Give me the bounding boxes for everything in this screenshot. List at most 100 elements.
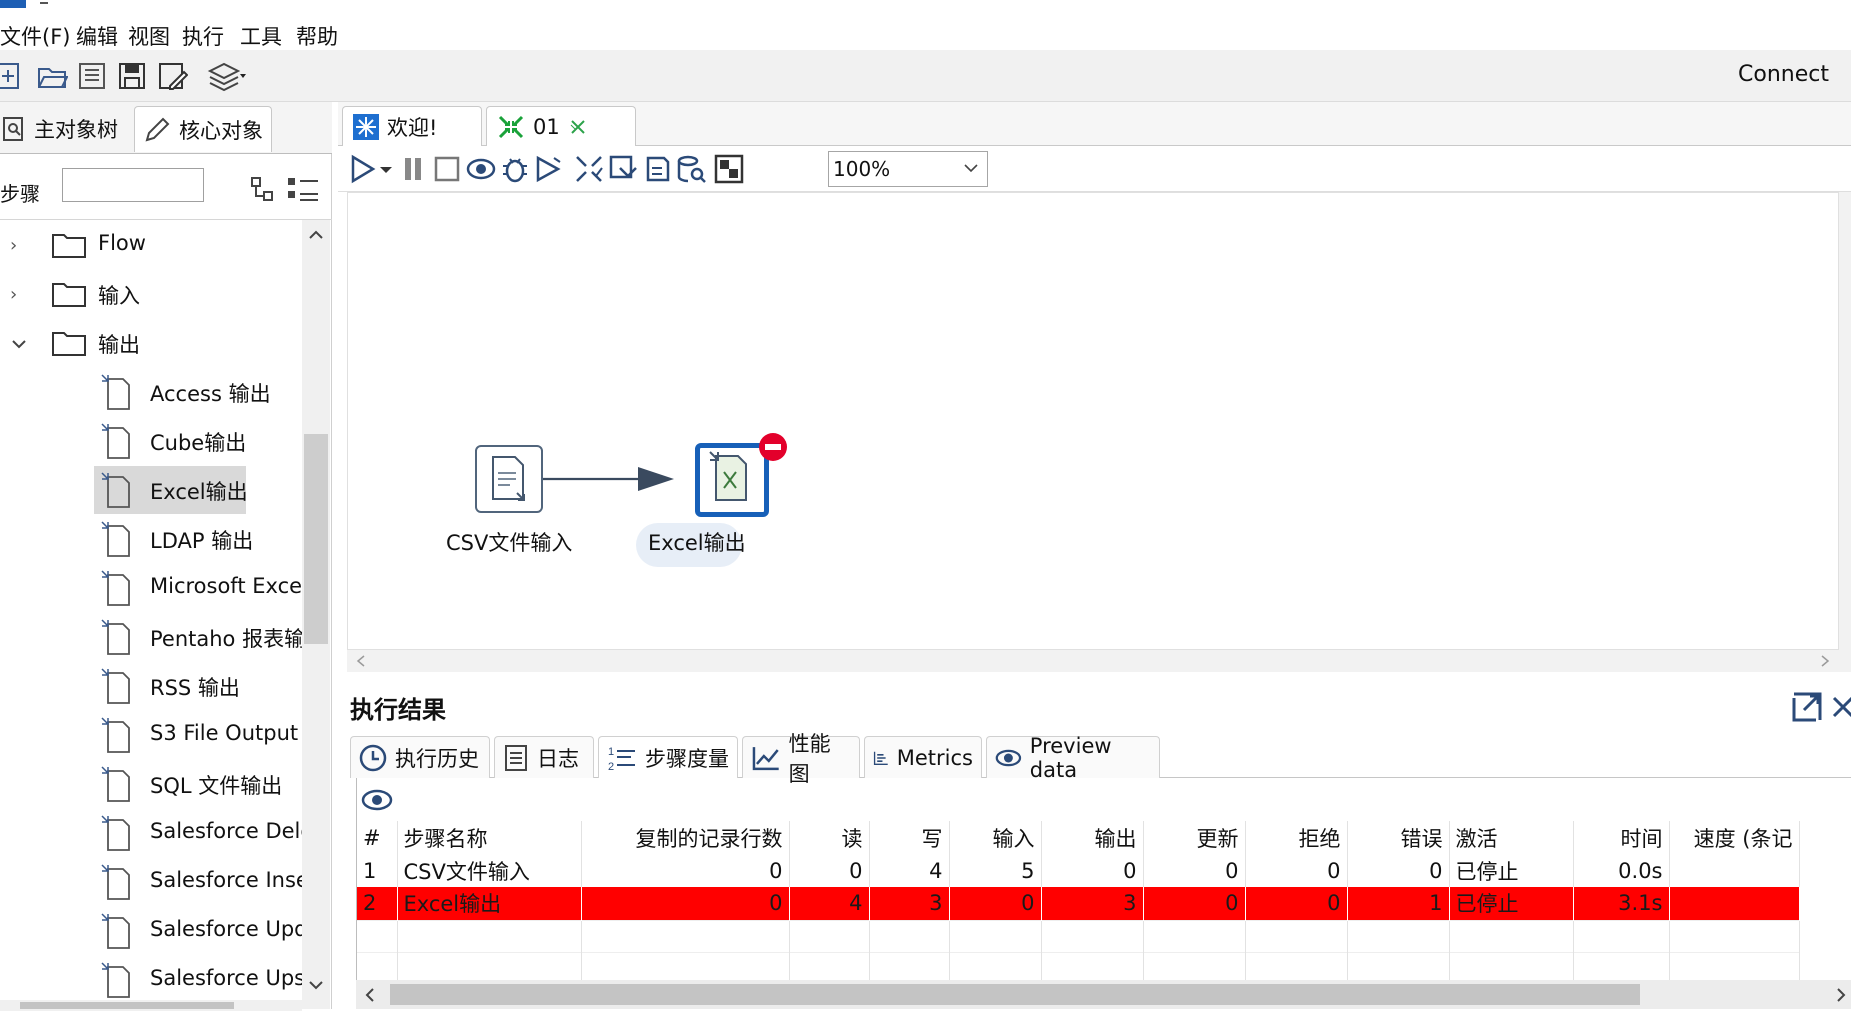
column-header[interactable]: #	[357, 821, 398, 854]
tab-transformation-01[interactable]: 01	[486, 106, 636, 146]
table-row[interactable]: 1 CSV文件输入 0 0 4 5 0 0 0 0 已停止 0.0s	[357, 854, 1800, 887]
tree-step-item[interactable]: Excel输出	[0, 466, 302, 515]
preview-icon[interactable]	[466, 154, 496, 184]
tree-step-item[interactable]: RSS 输出	[0, 662, 302, 711]
tree-step-item[interactable]: Salesforce Ups	[0, 956, 302, 1005]
canvas-hscrollbar[interactable]	[347, 650, 1839, 672]
left-panel-scrollbar[interactable]	[302, 220, 330, 1009]
chevron-down-icon[interactable]	[10, 335, 28, 353]
column-header[interactable]: 写	[869, 821, 950, 854]
collapse-all-icon[interactable]	[250, 176, 280, 204]
tree-step-item[interactable]: SQL 文件输出	[0, 760, 302, 809]
menu-edit[interactable]: 编辑	[76, 21, 118, 51]
run-icon[interactable]	[348, 154, 378, 184]
table-row[interactable]: 2 Excel输出 0 4 3 0 3 0 0 1 已停止 3.1s	[357, 887, 1800, 920]
hscrollbar-thumb[interactable]	[20, 1002, 234, 1009]
column-header[interactable]: 更新	[1143, 821, 1246, 854]
tab-execution-history[interactable]: 执行历史	[350, 736, 490, 778]
hscrollbar-thumb[interactable]	[390, 984, 1640, 1005]
column-header[interactable]: 拒绝	[1245, 821, 1348, 854]
left-panel-hscrollbar[interactable]	[0, 1000, 302, 1011]
tree-step-item[interactable]: LDAP 输出	[0, 515, 302, 564]
tab-metrics[interactable]: Metrics	[864, 736, 982, 778]
step-search-input[interactable]	[62, 168, 204, 202]
scroll-left-icon[interactable]	[355, 654, 367, 668]
hop-arrow[interactable]	[348, 193, 1838, 649]
table-cell	[869, 919, 950, 952]
column-header[interactable]: 复制的记录行数	[581, 821, 790, 854]
scroll-left-icon[interactable]	[364, 987, 376, 1003]
new-file-icon[interactable]	[0, 60, 26, 92]
table-cell: 0	[1245, 887, 1348, 920]
chevron-right-icon[interactable]: ›	[10, 235, 28, 256]
generate-sql-icon[interactable]	[642, 154, 672, 184]
column-header[interactable]: 输出	[1041, 821, 1144, 854]
tree-step-item[interactable]: Salesforce Upd	[0, 907, 302, 956]
menu-tools[interactable]: 工具	[240, 21, 282, 51]
show-hidden-icon[interactable]	[361, 788, 393, 812]
tree-step-item[interactable]: Microsoft Excel	[0, 564, 302, 613]
tree-folder-label: 输出	[98, 333, 140, 357]
replay-icon[interactable]	[534, 154, 564, 184]
canvas-vscrollbar[interactable]	[1839, 192, 1851, 672]
tree-folder-output[interactable]: 输出	[0, 319, 302, 368]
tab-welcome[interactable]: 欢迎!	[342, 106, 482, 146]
scroll-right-icon[interactable]	[1835, 987, 1847, 1003]
impact-icon[interactable]	[608, 154, 638, 184]
debug-icon[interactable]	[500, 154, 530, 184]
tab-step-metrics[interactable]: 12 步骤度量	[598, 736, 738, 778]
pause-icon[interactable]	[398, 154, 428, 184]
maximize-panel-icon[interactable]	[1790, 690, 1824, 724]
zoom-select[interactable]: 100%	[828, 151, 988, 187]
database-explorer-icon[interactable]	[676, 154, 706, 184]
menu-view[interactable]: 视图	[128, 21, 170, 51]
menu-run[interactable]: 执行	[182, 21, 224, 51]
close-tab-icon[interactable]	[568, 117, 588, 137]
column-header[interactable]: 时间	[1573, 821, 1670, 854]
expand-all-icon[interactable]	[286, 176, 320, 204]
scroll-right-icon[interactable]	[1819, 654, 1831, 668]
cube-output-icon	[101, 423, 130, 459]
scroll-down-icon[interactable]	[308, 980, 324, 992]
transformation-canvas[interactable]: CSV文件输入 Excel输出	[347, 192, 1839, 650]
verify-icon[interactable]	[574, 154, 604, 184]
show-grid-icon[interactable]	[714, 154, 744, 184]
open-file-icon[interactable]	[36, 60, 68, 92]
chevron-right-icon[interactable]: ›	[10, 284, 28, 305]
tab-main-tree[interactable]: 主对象树	[0, 106, 126, 152]
tree-step-label: SQL 文件输出	[150, 774, 283, 798]
explore-repository-icon[interactable]	[76, 60, 108, 92]
tree-step-item[interactable]: Salesforce Inse	[0, 858, 302, 907]
tree-step-item[interactable]: S3 File Output	[0, 711, 302, 760]
tree-step-item[interactable]: Pentaho 报表输	[0, 613, 302, 662]
column-header[interactable]: 读	[789, 821, 870, 854]
column-header[interactable]: 错误	[1347, 821, 1450, 854]
connect-button[interactable]: Connect	[1738, 62, 1829, 87]
save-icon[interactable]	[116, 60, 148, 92]
scrollbar-thumb[interactable]	[304, 434, 328, 644]
column-header[interactable]: 步骤名称	[397, 821, 582, 854]
results-hscrollbar[interactable]	[356, 980, 1851, 1009]
table-cell	[581, 919, 790, 952]
column-header[interactable]: 速度 (条记	[1669, 821, 1800, 854]
tab-log[interactable]: 日志	[494, 736, 594, 778]
tab-core-objects[interactable]: 核心对象	[134, 106, 272, 152]
tree-folder-input[interactable]: › 输入	[0, 270, 302, 319]
stop-icon[interactable]	[432, 154, 462, 184]
layers-icon[interactable]	[206, 60, 246, 92]
tree-step-item[interactable]: Cube输出	[0, 417, 302, 466]
run-options-dropdown-icon[interactable]	[378, 154, 394, 184]
scroll-up-icon[interactable]	[308, 228, 324, 240]
tree-step-item[interactable]: Salesforce Dele	[0, 809, 302, 858]
column-header[interactable]: 激活	[1449, 821, 1574, 854]
menu-help[interactable]: 帮助	[296, 21, 338, 51]
column-header[interactable]: 输入	[949, 821, 1042, 854]
menu-file[interactable]: 文件(F)	[0, 21, 70, 51]
csv-input-node[interactable]	[475, 445, 543, 513]
tree-step-item[interactable]: Access 输出	[0, 368, 302, 417]
tree-folder-flow[interactable]: › Flow	[0, 221, 302, 270]
save-as-icon[interactable]	[156, 60, 188, 92]
tab-preview-data[interactable]: Preview data	[986, 734, 1160, 782]
tab-performance-graph[interactable]: 性能图	[742, 732, 860, 786]
close-panel-icon[interactable]	[1830, 694, 1851, 722]
